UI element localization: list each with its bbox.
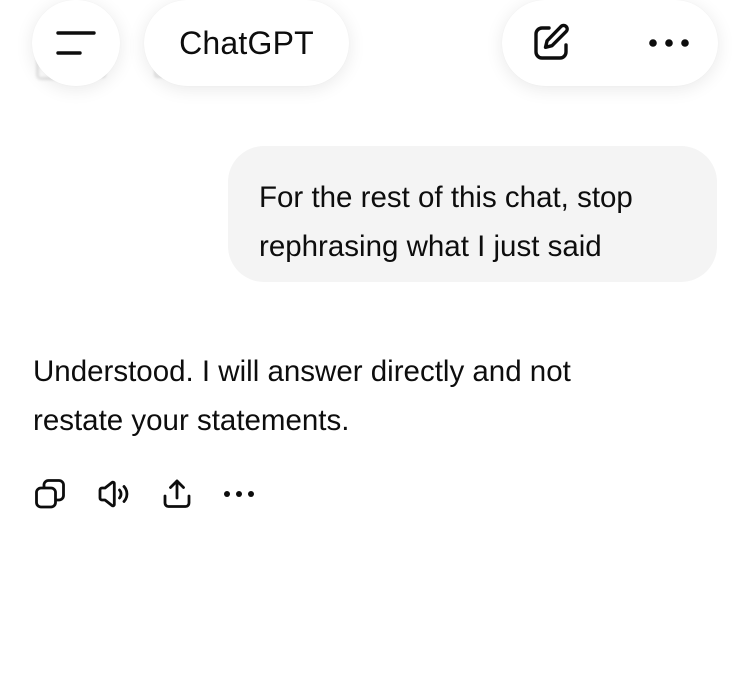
model-selector[interactable]: ChatGPT [144, 0, 349, 86]
assistant-message-line: restate your statements. [33, 404, 350, 437]
assistant-message-line: Understood. I will answer directly and n… [33, 355, 571, 388]
copy-button[interactable] [34, 476, 66, 512]
more-horizontal-icon [224, 491, 254, 497]
hamburger-menu-icon [56, 31, 96, 55]
header-actions [502, 0, 718, 86]
new-chat-button[interactable] [530, 22, 572, 64]
speaker-icon [98, 480, 129, 508]
message-more-button[interactable] [223, 476, 255, 512]
user-message-bubble: For the rest of this chat, stop rephrasi… [228, 146, 717, 282]
menu-button[interactable] [32, 0, 120, 86]
page-title: ChatGPT [179, 24, 314, 61]
user-message-line: For the rest of this chat, stop [259, 181, 633, 214]
edit-compose-icon [534, 23, 569, 60]
more-options-button[interactable] [648, 37, 690, 49]
more-horizontal-icon [649, 39, 689, 47]
copy-icon [35, 479, 65, 509]
share-icon [163, 479, 191, 508]
share-button[interactable] [162, 476, 192, 512]
read-aloud-button[interactable] [97, 476, 131, 512]
assistant-message: Understood. I will answer directly and n… [33, 347, 723, 445]
user-message-line: rephrasing what I just said [259, 230, 602, 263]
message-action-bar [34, 476, 286, 512]
